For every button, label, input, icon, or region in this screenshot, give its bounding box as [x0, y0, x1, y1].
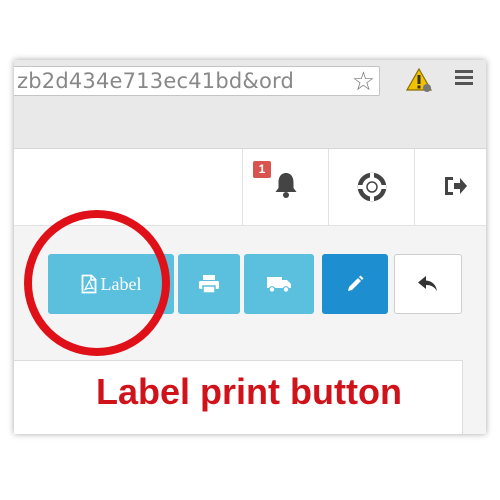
warning-extension-icon[interactable] — [406, 67, 432, 93]
hamburger-menu-icon[interactable] — [455, 70, 473, 86]
shipping-button[interactable] — [244, 254, 314, 314]
browser-toolbar: zb2d434e713ec41bd&ord ☆ — [14, 60, 486, 149]
reply-arrow-icon — [418, 276, 437, 291]
life-ring-icon — [357, 172, 387, 202]
label-print-button[interactable]: Label — [48, 254, 174, 314]
edit-button[interactable] — [322, 254, 388, 314]
pdf-file-icon — [81, 274, 96, 294]
bell-icon — [275, 173, 297, 198]
content-panel: Label print button — [14, 360, 463, 434]
star-icon[interactable]: ☆ — [352, 67, 375, 95]
annotation-caption: Label print button — [96, 371, 402, 412]
order-action-toolbar: Label Label print button — [14, 226, 486, 434]
label-button-text: Label — [100, 273, 142, 294]
sign-out-icon — [445, 177, 467, 195]
notification-badge: 1 — [253, 161, 271, 178]
print-button[interactable] — [178, 254, 240, 314]
truck-icon — [267, 277, 291, 293]
notifications-button[interactable]: 1 — [242, 149, 329, 225]
logout-button[interactable] — [414, 149, 486, 225]
app-header: 1 — [14, 149, 486, 226]
help-button[interactable] — [328, 149, 415, 225]
back-button[interactable] — [394, 254, 462, 314]
screenshot-frame: zb2d434e713ec41bd&ord ☆ 1 Label Label pr… — [14, 60, 486, 434]
url-text: zb2d434e713ec41bd&ord — [17, 69, 294, 93]
printer-icon — [199, 275, 219, 294]
address-bar[interactable]: zb2d434e713ec41bd&ord ☆ — [14, 66, 380, 96]
pencil-icon — [348, 275, 364, 291]
